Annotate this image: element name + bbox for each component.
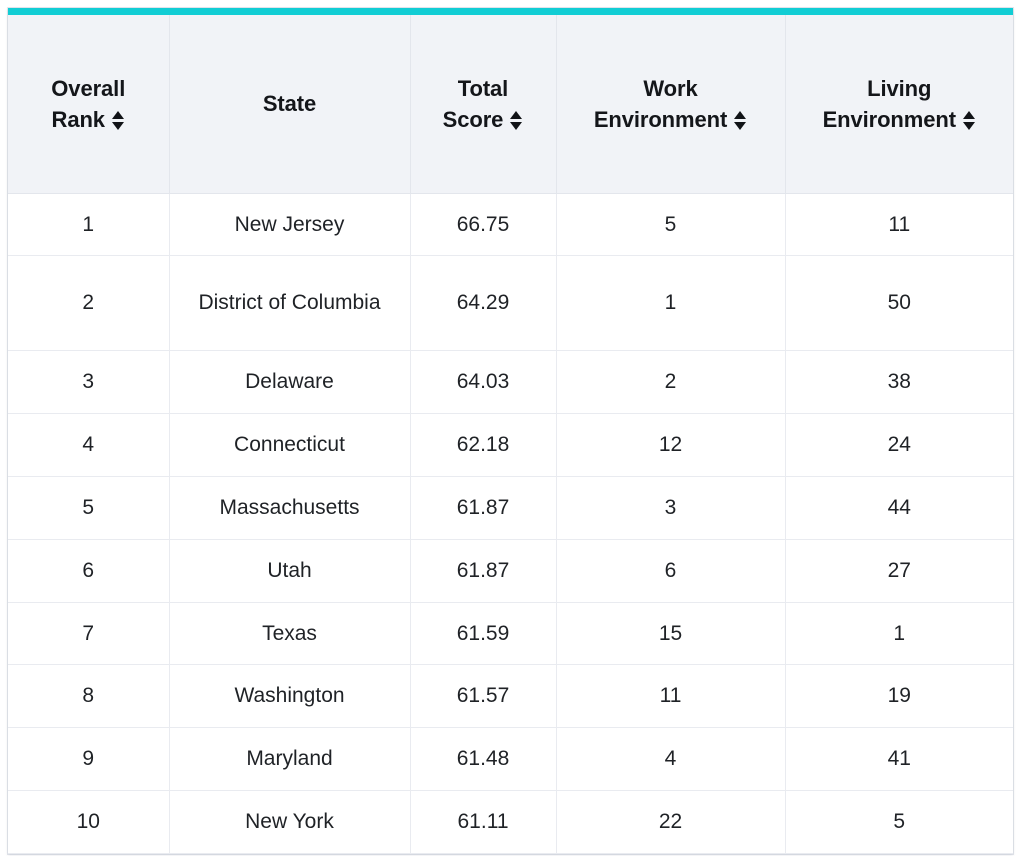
cell-total-score: 61.87 xyxy=(410,476,557,540)
cell-state: Delaware xyxy=(169,350,411,415)
cell-living-environment: 11 xyxy=(785,193,1013,257)
table-body: 1 New Jersey 66.75 5 11 2 District of Co… xyxy=(8,193,1013,854)
cell-state: Maryland xyxy=(169,727,411,791)
cell-total-score: 66.75 xyxy=(410,193,557,257)
column-header-overall-rank[interactable]: Overall Rank xyxy=(8,15,170,194)
table-row[interactable]: 4 Connecticut 62.18 12 24 xyxy=(8,413,1013,477)
column-header-living-environment-line1: Living xyxy=(867,75,932,101)
table-row[interactable]: 1 New Jersey 66.75 5 11 xyxy=(8,193,1013,257)
table-row[interactable]: 3 Delaware 64.03 2 38 xyxy=(8,350,1013,415)
cell-total-score: 61.59 xyxy=(410,602,557,666)
cell-rank: 3 xyxy=(8,350,170,415)
cell-rank: 10 xyxy=(8,790,170,854)
rankings-table: Overall Rank State Total Score Work Envi… xyxy=(8,15,1013,854)
table-row[interactable]: 10 New York 61.11 22 5 xyxy=(8,790,1013,854)
cell-total-score: 62.18 xyxy=(410,413,557,477)
column-header-total-score-inner: Total Score xyxy=(421,73,546,135)
column-header-overall-rank-text: Rank xyxy=(51,106,106,132)
table-header-row: Overall Rank State Total Score Work Envi… xyxy=(8,15,1013,194)
cell-rank: 6 xyxy=(8,539,170,603)
column-header-state-line1: State xyxy=(262,91,317,117)
cell-living-environment: 44 xyxy=(785,476,1013,540)
column-header-work-environment-inner: Work Environment xyxy=(567,73,775,135)
cell-state: Utah xyxy=(169,539,411,603)
column-header-work-environment-line1: Work xyxy=(643,75,698,101)
cell-state: Texas xyxy=(169,602,411,666)
column-header-total-score-line2: Score xyxy=(421,104,546,135)
cell-total-score: 61.87 xyxy=(410,539,557,603)
cell-total-score: 61.57 xyxy=(410,664,557,729)
column-header-state-inner: State xyxy=(180,88,400,119)
column-header-living-environment[interactable]: Living Environment xyxy=(785,15,1013,194)
cell-state: Washington xyxy=(169,664,411,729)
column-header-work-environment[interactable]: Work Environment xyxy=(556,15,786,194)
cell-work-environment: 11 xyxy=(556,664,786,729)
cell-living-environment: 1 xyxy=(785,602,1013,666)
cell-total-score: 61.48 xyxy=(410,727,557,791)
cell-rank: 5 xyxy=(8,476,170,540)
cell-work-environment: 4 xyxy=(556,727,786,791)
cell-rank: 2 xyxy=(8,255,170,352)
cell-work-environment: 6 xyxy=(556,539,786,603)
cell-state: Connecticut xyxy=(169,413,411,477)
table-row[interactable]: 8 Washington 61.57 11 19 xyxy=(8,664,1013,729)
cell-rank: 7 xyxy=(8,602,170,666)
cell-rank: 8 xyxy=(8,664,170,729)
cell-work-environment: 22 xyxy=(556,790,786,854)
column-header-overall-rank-line1: Overall xyxy=(51,75,126,101)
column-header-living-environment-inner: Living Environment xyxy=(796,73,1004,135)
column-header-total-score-text: Score xyxy=(442,106,504,132)
cell-work-environment: 3 xyxy=(556,476,786,540)
cell-total-score: 64.29 xyxy=(410,255,557,352)
cell-living-environment: 50 xyxy=(785,255,1013,352)
cell-state: New York xyxy=(169,790,411,854)
cell-work-environment: 15 xyxy=(556,602,786,666)
cell-total-score: 61.11 xyxy=(410,790,557,854)
cell-work-environment: 2 xyxy=(556,350,786,415)
column-header-work-environment-text: Environment xyxy=(593,106,728,132)
cell-work-environment: 1 xyxy=(556,255,786,352)
rankings-table-card: Overall Rank State Total Score Work Envi… xyxy=(8,8,1013,854)
column-header-total-score[interactable]: Total Score xyxy=(410,15,557,194)
table-row[interactable]: 9 Maryland 61.48 4 41 xyxy=(8,727,1013,791)
cell-rank: 9 xyxy=(8,727,170,791)
column-header-work-environment-line2: Environment xyxy=(567,104,775,135)
cell-rank: 1 xyxy=(8,193,170,257)
sort-updown-icon[interactable] xyxy=(111,110,125,130)
cell-living-environment: 27 xyxy=(785,539,1013,603)
cell-state: New Jersey xyxy=(169,193,411,257)
cell-state: District of Columbia xyxy=(169,255,411,352)
column-header-overall-rank-inner: Overall Rank xyxy=(18,73,159,135)
cell-rank: 4 xyxy=(8,413,170,477)
table-row[interactable]: 2 District of Columbia 64.29 1 50 xyxy=(8,255,1013,352)
page-root: Overall Rank State Total Score Work Envi… xyxy=(0,0,1024,856)
cell-work-environment: 12 xyxy=(556,413,786,477)
column-header-total-score-line1: Total xyxy=(457,75,509,101)
accent-bar xyxy=(8,8,1013,15)
cell-work-environment: 5 xyxy=(556,193,786,257)
cell-state: Massachusetts xyxy=(169,476,411,540)
table-row[interactable]: 5 Massachusetts 61.87 3 44 xyxy=(8,476,1013,540)
column-header-overall-rank-line2: Rank xyxy=(18,104,159,135)
table-row[interactable]: 6 Utah 61.87 6 27 xyxy=(8,539,1013,603)
cell-living-environment: 19 xyxy=(785,664,1013,729)
cell-living-environment: 41 xyxy=(785,727,1013,791)
sort-updown-icon[interactable] xyxy=(734,110,747,130)
sort-updown-icon[interactable] xyxy=(510,110,523,130)
cell-living-environment: 38 xyxy=(785,350,1013,415)
column-header-living-environment-line2: Environment xyxy=(796,104,1004,135)
sort-updown-icon[interactable] xyxy=(962,110,976,130)
column-header-living-environment-text: Environment xyxy=(822,106,956,132)
column-header-state[interactable]: State xyxy=(169,15,411,194)
table-row[interactable]: 7 Texas 61.59 15 1 xyxy=(8,602,1013,666)
table-header: Overall Rank State Total Score Work Envi… xyxy=(8,15,1013,194)
cell-living-environment: 5 xyxy=(785,790,1013,854)
cell-total-score: 64.03 xyxy=(410,350,557,415)
cell-living-environment: 24 xyxy=(785,413,1013,477)
